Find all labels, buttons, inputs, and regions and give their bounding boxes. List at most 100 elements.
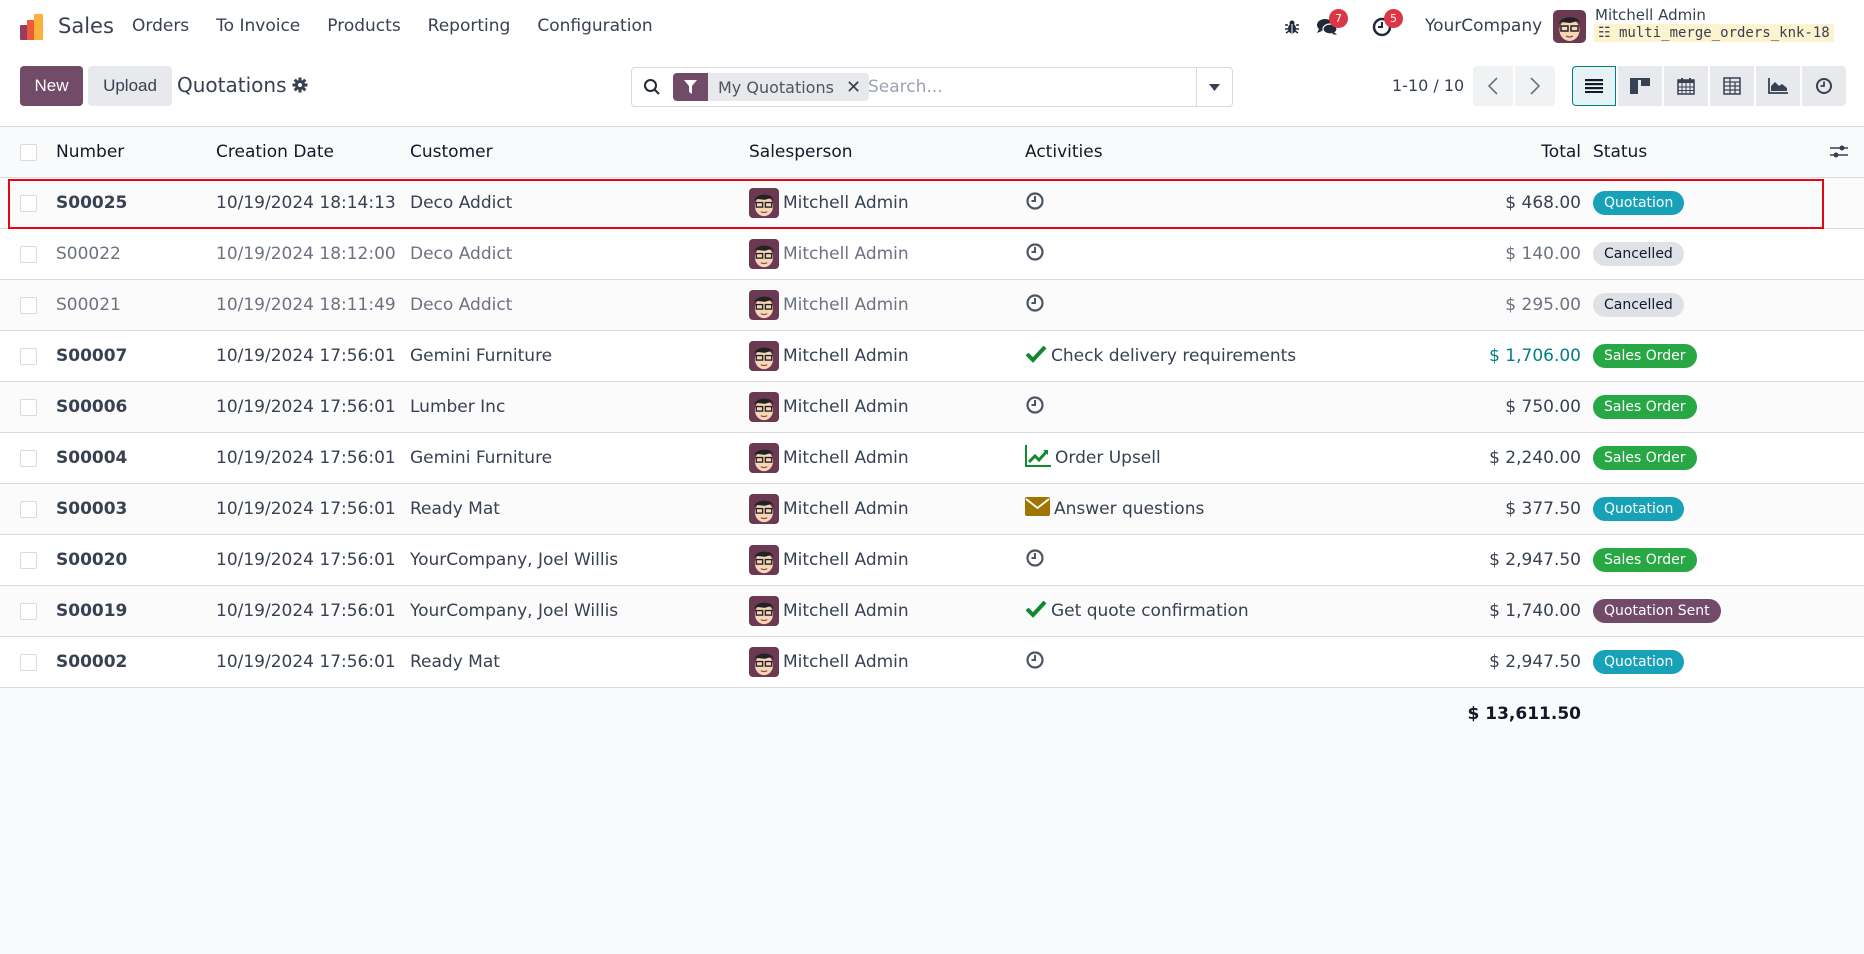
activity-cell[interactable]: Answer questions bbox=[1025, 484, 1204, 534]
activity-cell[interactable] bbox=[1025, 535, 1049, 585]
order-number: S00022 bbox=[56, 244, 121, 264]
user-name[interactable]: Mitchell Admin bbox=[1595, 6, 1706, 24]
table-body: S00025 10/19/2024 18:14:13 Deco Addict M… bbox=[0, 178, 1864, 688]
row-checkbox[interactable] bbox=[20, 194, 37, 212]
row-checkbox[interactable] bbox=[20, 245, 37, 263]
pager-next-button[interactable] bbox=[1515, 66, 1555, 106]
activity-cell[interactable]: Get quote confirmation bbox=[1025, 586, 1249, 636]
gear-icon[interactable] bbox=[292, 77, 308, 93]
table-row[interactable]: S00004 10/19/2024 17:56:01 Gemini Furnit… bbox=[0, 433, 1864, 484]
header-status[interactable]: Status bbox=[1593, 127, 1647, 177]
row-select-cell bbox=[20, 535, 37, 585]
salesperson[interactable]: Mitchell Admin bbox=[749, 382, 909, 432]
menu-to-invoice[interactable]: To Invoice bbox=[216, 16, 300, 36]
activity-view-button[interactable] bbox=[1802, 66, 1846, 106]
list-icon bbox=[1585, 79, 1603, 93]
pager-previous-button[interactable] bbox=[1473, 66, 1513, 106]
check-icon[interactable] bbox=[1025, 600, 1047, 623]
user-avatar[interactable] bbox=[1553, 10, 1586, 43]
header-total[interactable]: Total bbox=[1541, 127, 1581, 177]
salesperson[interactable]: Mitchell Admin bbox=[749, 229, 909, 279]
header-number[interactable]: Number bbox=[56, 127, 124, 177]
line-chart-icon[interactable] bbox=[1025, 444, 1051, 472]
activity-cell[interactable] bbox=[1025, 382, 1049, 432]
clock-icon[interactable] bbox=[1025, 191, 1045, 216]
sales-app-logo-icon[interactable] bbox=[19, 13, 47, 41]
activity-cell[interactable] bbox=[1025, 280, 1049, 330]
search-input[interactable] bbox=[868, 74, 1188, 100]
salesperson[interactable]: Mitchell Admin bbox=[749, 433, 909, 483]
header-activities[interactable]: Activities bbox=[1025, 127, 1103, 177]
envelope-icon[interactable] bbox=[1025, 497, 1050, 521]
clock-icon[interactable] bbox=[1025, 242, 1045, 267]
header-salesperson[interactable]: Salesperson bbox=[749, 127, 853, 177]
new-button[interactable]: New bbox=[20, 66, 83, 106]
pager-value[interactable]: 1-10 / 10 bbox=[1392, 76, 1464, 95]
row-checkbox[interactable] bbox=[20, 653, 37, 671]
row-checkbox[interactable] bbox=[20, 551, 37, 569]
activity-cell[interactable]: Order Upsell bbox=[1025, 433, 1161, 483]
row-select-cell bbox=[20, 178, 37, 228]
activity-cell[interactable]: Check delivery requirements bbox=[1025, 331, 1296, 381]
row-checkbox[interactable] bbox=[20, 347, 37, 365]
menu-configuration[interactable]: Configuration bbox=[537, 16, 652, 36]
upload-button[interactable]: Upload bbox=[88, 66, 172, 106]
row-checkbox[interactable] bbox=[20, 602, 37, 620]
database-icon: ☷ bbox=[1598, 25, 1611, 41]
activities-button[interactable]: 5 bbox=[1370, 9, 1403, 39]
activity-cell[interactable] bbox=[1025, 178, 1049, 228]
status-badge: Quotation Sent bbox=[1593, 599, 1721, 623]
row-checkbox[interactable] bbox=[20, 296, 37, 314]
table-row[interactable]: S00002 10/19/2024 17:56:01 Ready Mat Mit… bbox=[0, 637, 1864, 688]
salesperson[interactable]: Mitchell Admin bbox=[749, 280, 909, 330]
row-checkbox[interactable] bbox=[20, 500, 37, 518]
row-checkbox[interactable] bbox=[20, 398, 37, 416]
kanban-view-button[interactable] bbox=[1618, 66, 1662, 106]
clock-icon[interactable] bbox=[1025, 293, 1045, 318]
header-customer[interactable]: Customer bbox=[410, 127, 493, 177]
list-view-button[interactable] bbox=[1572, 66, 1616, 106]
calendar-view-button[interactable] bbox=[1664, 66, 1708, 106]
menu-orders[interactable]: Orders bbox=[132, 16, 189, 36]
messages-button[interactable]: 7 bbox=[1315, 9, 1348, 39]
creation-date: 10/19/2024 17:56:01 bbox=[216, 601, 396, 621]
search-options-toggle[interactable] bbox=[1196, 68, 1232, 106]
order-total: $ 468.00 bbox=[1505, 193, 1581, 213]
salesperson[interactable]: Mitchell Admin bbox=[749, 535, 909, 585]
table-row[interactable]: S00019 10/19/2024 17:56:01 YourCompany, … bbox=[0, 586, 1864, 637]
pivot-view-button[interactable] bbox=[1710, 66, 1754, 106]
activity-cell[interactable] bbox=[1025, 637, 1049, 687]
salesperson[interactable]: Mitchell Admin bbox=[749, 484, 909, 534]
debug-bug-icon[interactable] bbox=[1280, 15, 1304, 39]
salesperson[interactable]: Mitchell Admin bbox=[749, 178, 909, 228]
activity-cell[interactable] bbox=[1025, 229, 1049, 279]
row-checkbox[interactable] bbox=[20, 449, 37, 467]
app-name[interactable]: Sales bbox=[58, 14, 114, 38]
salesperson[interactable]: Mitchell Admin bbox=[749, 637, 909, 687]
search-icon[interactable] bbox=[643, 78, 661, 96]
header-creation-date[interactable]: Creation Date bbox=[216, 127, 334, 177]
table-row[interactable]: S00006 10/19/2024 17:56:01 Lumber Inc Mi… bbox=[0, 382, 1864, 433]
select-all-checkbox[interactable] bbox=[20, 143, 37, 161]
clock-icon[interactable] bbox=[1025, 395, 1045, 420]
salesperson[interactable]: Mitchell Admin bbox=[749, 331, 909, 381]
company-switcher[interactable]: YourCompany bbox=[1425, 16, 1542, 36]
table-row[interactable]: S00003 10/19/2024 17:56:01 Ready Mat Mit… bbox=[0, 484, 1864, 535]
graph-view-button[interactable] bbox=[1756, 66, 1800, 106]
customer: Gemini Furniture bbox=[410, 346, 553, 366]
kanban-icon bbox=[1630, 78, 1650, 94]
salesperson[interactable]: Mitchell Admin bbox=[749, 586, 909, 636]
table-row[interactable]: S00007 10/19/2024 17:56:01 Gemini Furnit… bbox=[0, 331, 1864, 382]
table-row[interactable]: S00020 10/19/2024 17:56:01 YourCompany, … bbox=[0, 535, 1864, 586]
clock-icon[interactable] bbox=[1025, 650, 1045, 675]
optional-columns-toggle[interactable] bbox=[1830, 127, 1848, 177]
clock-icon[interactable] bbox=[1025, 548, 1045, 573]
facet-remove-icon[interactable]: ✕ bbox=[844, 73, 869, 101]
menu-reporting[interactable]: Reporting bbox=[428, 16, 511, 36]
creation-date: 10/19/2024 18:14:13 bbox=[216, 193, 396, 213]
check-icon[interactable] bbox=[1025, 345, 1047, 368]
table-row[interactable]: S00022 10/19/2024 18:12:00 Deco Addict M… bbox=[0, 229, 1864, 280]
table-row[interactable]: S00021 10/19/2024 18:11:49 Deco Addict M… bbox=[0, 280, 1864, 331]
menu-products[interactable]: Products bbox=[327, 16, 400, 36]
table-row[interactable]: S00025 10/19/2024 18:14:13 Deco Addict M… bbox=[0, 178, 1864, 229]
